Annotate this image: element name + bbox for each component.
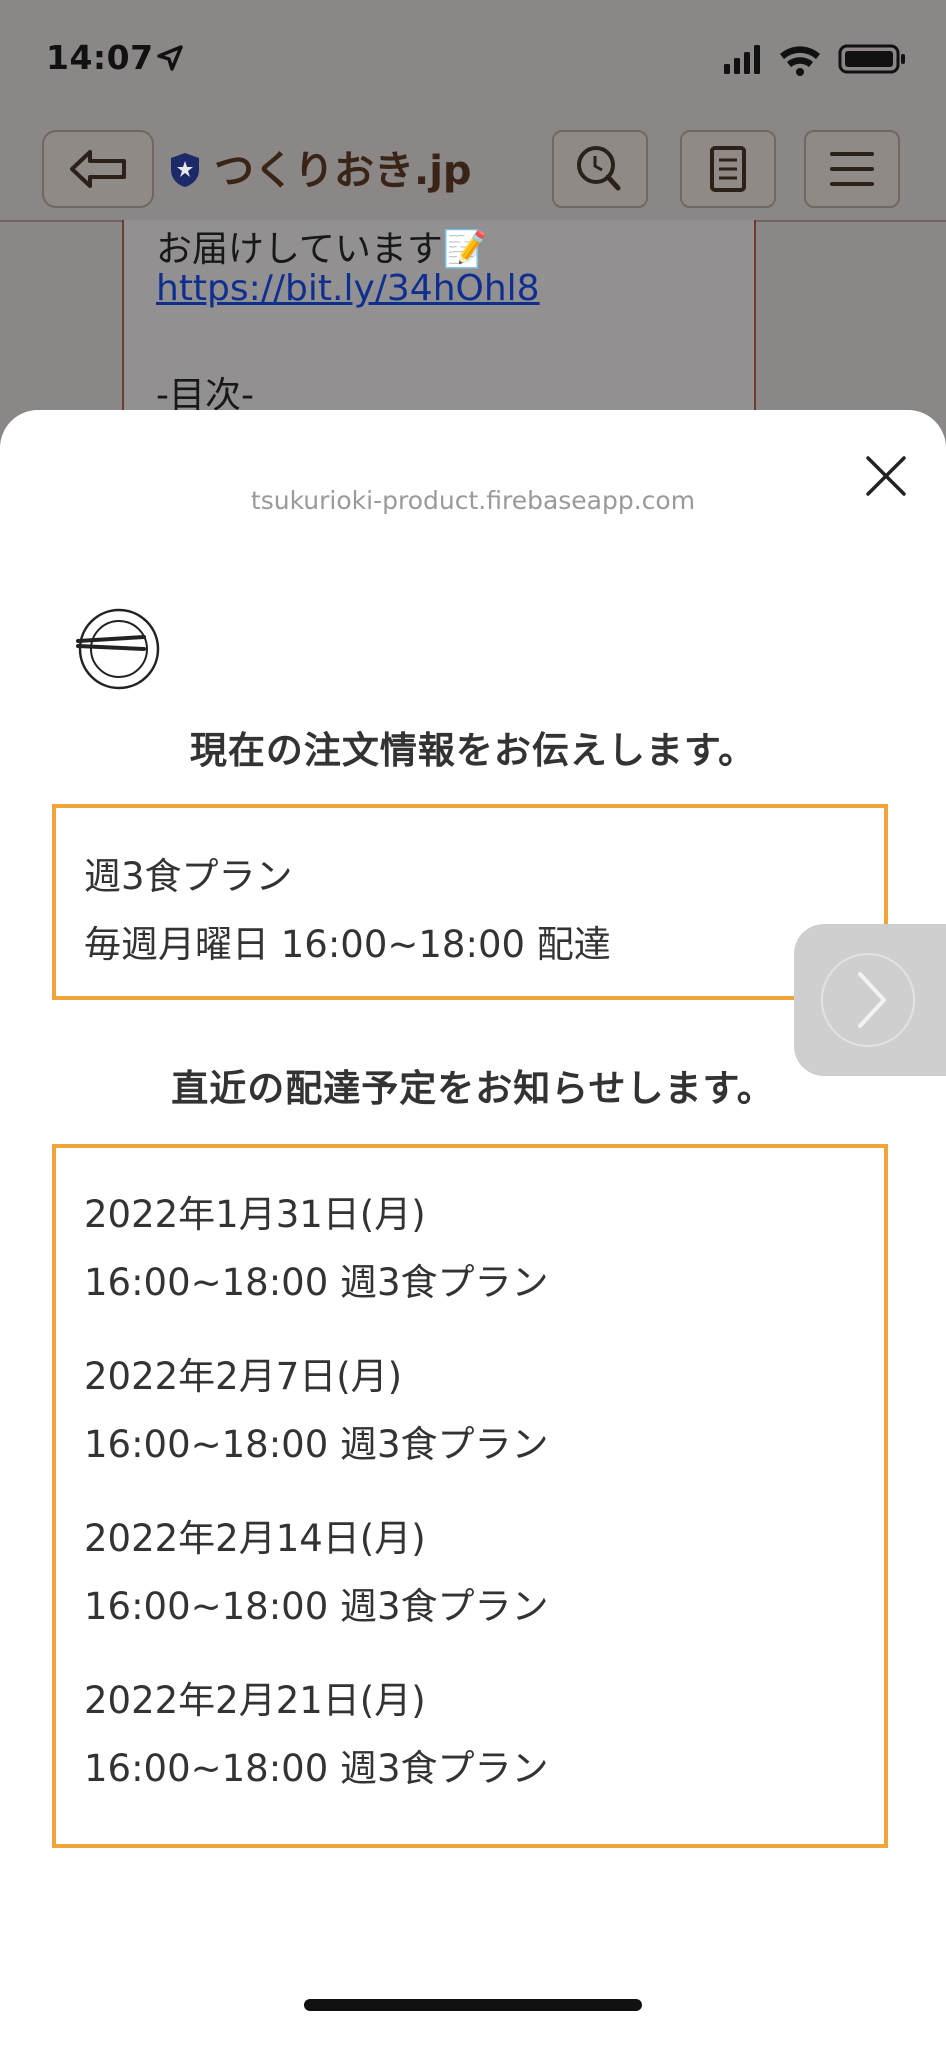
status-time: 14:07 (46, 38, 154, 77)
delivery-date: 2022年2月7日(月) (84, 1355, 403, 1398)
home-indicator[interactable] (304, 1999, 642, 2011)
delivery-detail: 16:00~18:00 週3食プラン (84, 1585, 549, 1628)
next-button[interactable] (794, 924, 946, 1076)
hamburger-menu-icon (830, 152, 874, 186)
delivery-date: 2022年1月31日(月) (84, 1193, 426, 1236)
search-icon (577, 146, 621, 191)
page-link[interactable]: https://bit.ly/34hOhl8 (156, 268, 540, 309)
browser-navbar: つくりおき.jp (0, 118, 946, 222)
page-text-line: お届けしています📝 (156, 229, 488, 270)
page-content-card: お届けしています📝 https://bit.ly/34hOhl8 -目次- (122, 220, 756, 440)
delivery-date: 2022年2月14日(月) (84, 1517, 426, 1560)
location-arrow-icon (157, 45, 183, 71)
order-heading: 現在の注文情報をお伝えします。 (189, 729, 757, 772)
site-title[interactable]: つくりおき.jp (170, 138, 472, 196)
sheet-domain: tsukurioki-product.firebaseapp.com (250, 486, 696, 515)
delivery-schedule-box: 2022年1月31日(月) 16:00~18:00 週3食プラン 2022年2月… (52, 1144, 888, 1848)
shield-icon (171, 153, 199, 187)
delivery-detail: 16:00~18:00 週3食プラン (84, 1747, 549, 1790)
order-schedule: 毎週月曜日 16:00~18:00 配達 (84, 923, 611, 966)
close-icon[interactable] (858, 448, 914, 504)
chopsticks-plate-logo-icon (76, 608, 160, 690)
wifi-icon (780, 46, 820, 76)
chevron-right-icon (821, 953, 915, 1047)
delivery-date: 2022年2月21日(月) (84, 1679, 426, 1722)
menu-button[interactable] (804, 130, 900, 208)
search-button[interactable] (552, 130, 648, 208)
status-bar: 14:07 (0, 0, 946, 118)
document-icon (710, 146, 746, 192)
battery-icon (838, 44, 905, 74)
order-plan: 週3食プラン (84, 855, 293, 898)
status-icons (724, 44, 905, 76)
back-button[interactable] (42, 130, 154, 208)
site-title-text: つくりおき.jp (214, 148, 472, 194)
back-arrow-icon (70, 150, 126, 188)
reader-button[interactable] (680, 130, 776, 208)
delivery-detail: 16:00~18:00 週3食プラン (84, 1423, 549, 1466)
modal-sheet: tsukurioki-product.firebaseapp.com 現在の注文… (0, 410, 946, 2048)
order-info-box: 週3食プラン 毎週月曜日 16:00~18:00 配達 (52, 804, 888, 1000)
delivery-detail: 16:00~18:00 週3食プラン (84, 1261, 549, 1304)
signal-icon (724, 45, 760, 74)
